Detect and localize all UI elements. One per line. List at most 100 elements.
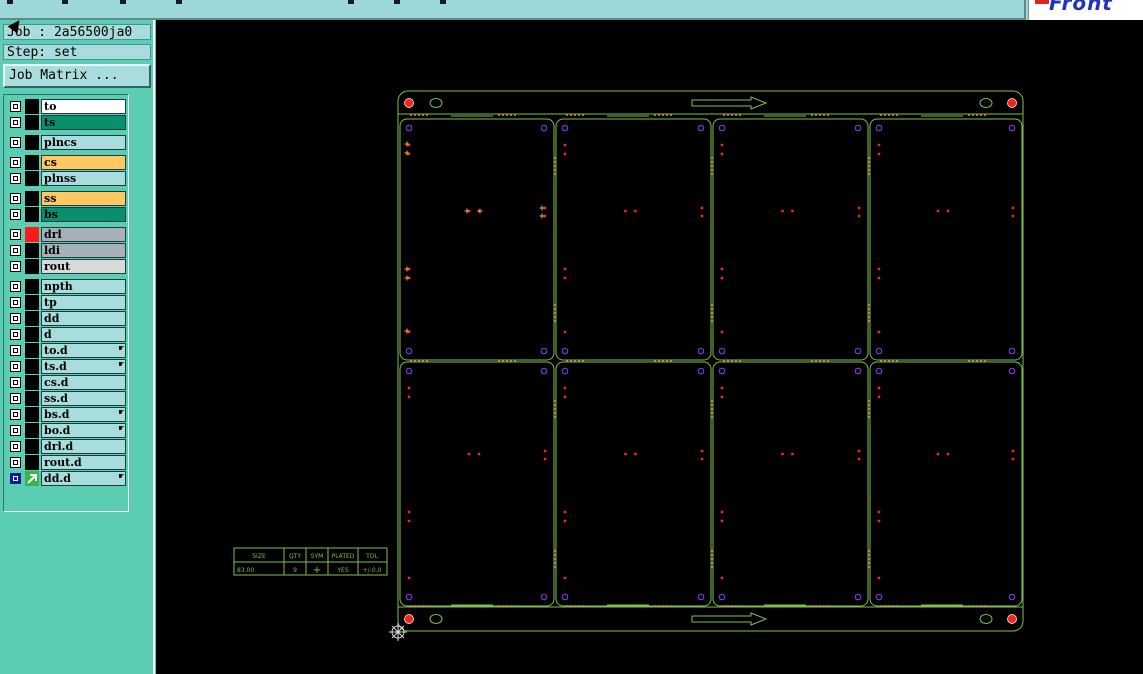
layer-row-plncs[interactable]: plncs	[8, 135, 126, 150]
layer-color-swatch[interactable]	[25, 279, 39, 294]
layer-color-swatch[interactable]	[25, 359, 39, 374]
layer-checkbox[interactable]	[10, 173, 21, 184]
layer-row-bs[interactable]: bs	[8, 207, 126, 222]
layer-name[interactable]: to.d	[41, 343, 126, 358]
layer-color-swatch[interactable]	[25, 295, 39, 310]
layer-name[interactable]: cs.d	[41, 375, 126, 390]
layer-name[interactable]: bs	[41, 207, 126, 222]
toolbar-button[interactable]	[440, 0, 446, 4]
layer-checkbox[interactable]	[10, 409, 21, 420]
layer-checkbox[interactable]	[10, 209, 21, 220]
layer-color-swatch[interactable]	[25, 343, 39, 358]
layer-name[interactable]: npth	[41, 279, 126, 294]
layer-name[interactable]: tp	[41, 295, 126, 310]
layer-name[interactable]: rout.d	[41, 455, 126, 470]
layer-checkbox[interactable]	[10, 193, 21, 204]
layer-name[interactable]: ss	[41, 191, 126, 206]
layer-checkbox[interactable]	[10, 117, 21, 128]
layer-color-swatch[interactable]	[25, 155, 39, 170]
layer-color-swatch[interactable]	[25, 423, 39, 438]
layer-checkbox[interactable]	[10, 457, 21, 468]
layer-checkbox[interactable]	[10, 345, 21, 356]
layer-row-drl-d[interactable]: drl.d	[8, 439, 126, 454]
layer-row-tp[interactable]: tp	[8, 295, 126, 310]
layer-row-ts-d[interactable]: ts.d ☛	[8, 359, 126, 374]
layer-name[interactable]: ss.d	[41, 391, 126, 406]
layer-row-dd-d[interactable]: dd.d ☛	[8, 471, 126, 486]
layer-checkbox[interactable]	[10, 101, 21, 112]
layer-row-to-d[interactable]: to.d ☛	[8, 343, 126, 358]
layer-color-swatch[interactable]	[25, 171, 39, 186]
layer-checkbox[interactable]	[10, 441, 21, 452]
layer-row-bo-d[interactable]: bo.d ☛	[8, 423, 126, 438]
job-matrix-button[interactable]: Job Matrix ...	[3, 64, 151, 88]
layer-row-ss[interactable]: ss	[8, 191, 126, 206]
toolbar-button[interactable]	[176, 0, 182, 4]
layer-color-swatch[interactable]	[25, 191, 39, 206]
layer-name[interactable]: to	[41, 99, 126, 114]
layer-row-bs-d[interactable]: bs.d ☛	[8, 407, 126, 422]
layer-color-swatch[interactable]	[25, 259, 39, 274]
layer-name[interactable]: bs.d	[41, 407, 126, 422]
layer-row-plnss[interactable]: plnss	[8, 171, 126, 186]
layer-name[interactable]: ts	[41, 115, 126, 130]
layer-row-ts[interactable]: ts	[8, 115, 126, 130]
layer-name[interactable]: dd.d	[41, 471, 126, 486]
toolbar-button[interactable]	[394, 0, 400, 4]
layer-color-swatch[interactable]	[25, 227, 39, 242]
layer-checkbox[interactable]	[10, 361, 21, 372]
layer-checkbox[interactable]	[10, 157, 21, 168]
layer-name[interactable]: ldi	[41, 243, 126, 258]
layer-name[interactable]: plnss	[41, 171, 126, 186]
layer-checkbox[interactable]	[10, 245, 21, 256]
layer-color-swatch[interactable]	[25, 99, 39, 114]
layer-name[interactable]: cs	[41, 155, 126, 170]
layer-name[interactable]: ts.d	[41, 359, 126, 374]
layer-row-ldi[interactable]: ldi	[8, 243, 126, 258]
layer-color-swatch[interactable]	[25, 375, 39, 390]
layer-row-rout[interactable]: rout	[8, 259, 126, 274]
layer-row-npth[interactable]: npth	[8, 279, 126, 294]
layer-name[interactable]: d	[41, 327, 126, 342]
layer-color-swatch[interactable]	[25, 115, 39, 130]
toolbar-button[interactable]	[120, 0, 126, 4]
layer-color-swatch[interactable]	[25, 391, 39, 406]
layer-color-swatch[interactable]	[25, 135, 39, 150]
layer-color-swatch[interactable]	[25, 439, 39, 454]
layer-row-to[interactable]: to	[8, 99, 126, 114]
toolbar-button[interactable]	[7, 0, 13, 4]
layer-row-dd[interactable]: dd	[8, 311, 126, 326]
layer-name[interactable]: drl.d	[41, 439, 126, 454]
toolbar-button[interactable]	[348, 0, 354, 4]
layer-checkbox[interactable]	[10, 377, 21, 388]
layer-color-swatch[interactable]	[25, 207, 39, 222]
layer-checkbox[interactable]	[10, 137, 21, 148]
layer-row-rout-d[interactable]: rout.d	[8, 455, 126, 470]
layer-row-d[interactable]: d	[8, 327, 126, 342]
layer-checkbox[interactable]	[10, 313, 21, 324]
toolbar-button[interactable]	[62, 0, 68, 4]
layer-color-swatch[interactable]	[25, 311, 39, 326]
layer-color-swatch[interactable]	[25, 243, 39, 258]
layer-row-cs[interactable]: cs	[8, 155, 126, 170]
layer-checkbox[interactable]	[10, 261, 21, 272]
layer-name[interactable]: bo.d	[41, 423, 126, 438]
layer-checkbox[interactable]	[10, 393, 21, 404]
layer-checkbox[interactable]	[10, 329, 21, 340]
layer-checkbox[interactable]	[10, 229, 21, 240]
layer-name[interactable]: dd	[41, 311, 126, 326]
layer-checkbox[interactable]	[10, 473, 21, 484]
layer-name[interactable]: plncs	[41, 135, 126, 150]
layer-row-cs-d[interactable]: cs.d	[8, 375, 126, 390]
layer-color-swatch[interactable]	[25, 471, 39, 486]
layer-color-swatch[interactable]	[25, 407, 39, 422]
layer-row-ss-d[interactable]: ss.d	[8, 391, 126, 406]
layer-name[interactable]: drl	[41, 227, 126, 242]
layer-row-drl[interactable]: drl	[8, 227, 126, 242]
layer-color-swatch[interactable]	[25, 455, 39, 470]
layer-color-swatch[interactable]	[25, 327, 39, 342]
layer-checkbox[interactable]	[10, 297, 21, 308]
graphic-canvas[interactable]: SIZE QTY SYM PLATED TOL 83.00 9 + YES +/…	[156, 20, 1143, 674]
layer-name[interactable]: rout	[41, 259, 126, 274]
layer-checkbox[interactable]	[10, 281, 21, 292]
